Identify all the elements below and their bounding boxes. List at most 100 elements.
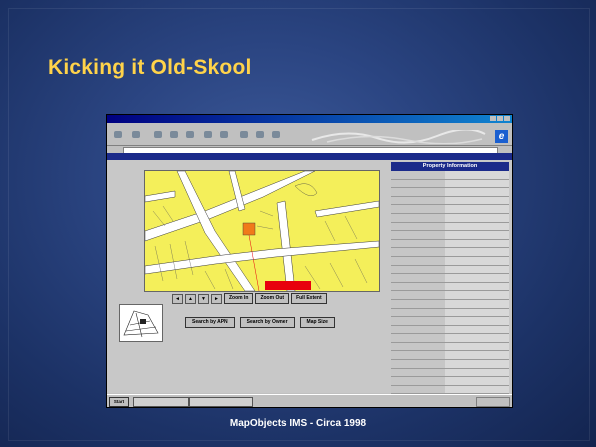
overview-map[interactable]	[119, 304, 163, 342]
property-row	[391, 188, 509, 197]
property-row	[391, 196, 509, 206]
taskbar-item[interactable]	[189, 397, 253, 407]
property-row	[391, 317, 509, 326]
search-by-apn-button[interactable]: Search by APN	[185, 317, 235, 328]
window-controls	[490, 116, 510, 121]
pan-right-button[interactable]: ►	[211, 293, 222, 304]
map-size-button[interactable]: Map Size	[299, 317, 335, 328]
property-value	[445, 265, 509, 274]
property-key	[391, 360, 445, 368]
property-value	[445, 179, 509, 188]
internet-explorer-logo-icon: e	[495, 130, 508, 143]
property-key	[391, 222, 445, 231]
property-value	[445, 248, 509, 256]
embedded-screenshot: e ◄ ▲ ▼ ► Zoom In Zoom Out Full Extent S…	[107, 115, 512, 407]
property-key	[391, 317, 445, 325]
property-key	[391, 274, 445, 282]
maximize-button[interactable]	[497, 116, 503, 121]
property-value	[445, 256, 509, 265]
home-button[interactable]	[183, 131, 197, 143]
property-value	[445, 282, 509, 291]
font-button[interactable]	[253, 131, 267, 143]
property-key	[391, 196, 445, 205]
pan-left-button[interactable]: ◄	[172, 293, 183, 304]
parcel-map[interactable]	[144, 170, 380, 292]
property-value	[445, 205, 509, 213]
address-bar	[107, 146, 512, 154]
toolbar-swoosh-decoration	[311, 130, 486, 144]
property-row	[391, 213, 509, 223]
street-map-graphic	[145, 171, 379, 291]
property-row	[391, 205, 509, 214]
back-button[interactable]	[111, 131, 125, 143]
property-value	[445, 385, 509, 394]
stop-button[interactable]	[151, 131, 165, 143]
property-row	[391, 377, 509, 386]
property-value	[445, 291, 509, 299]
property-key	[391, 248, 445, 256]
property-key	[391, 299, 445, 308]
minimize-button[interactable]	[490, 116, 496, 121]
slide-title: Kicking it Old-Skool	[48, 56, 252, 79]
refresh-button[interactable]	[167, 131, 181, 143]
property-key	[391, 231, 445, 239]
property-info-panel: Property Information	[391, 162, 509, 404]
mail-button[interactable]	[269, 131, 283, 143]
property-row	[391, 325, 509, 335]
print-button[interactable]	[237, 131, 251, 143]
property-row	[391, 179, 509, 189]
favorites-button[interactable]	[217, 131, 231, 143]
selected-parcel[interactable]	[242, 222, 256, 236]
property-row	[391, 222, 509, 232]
property-key	[391, 377, 445, 385]
property-value	[445, 213, 509, 222]
search-by-owner-button[interactable]: Search by Owner	[239, 317, 295, 328]
pan-down-button[interactable]: ▼	[198, 293, 209, 304]
property-value	[445, 334, 509, 342]
close-button[interactable]	[504, 116, 510, 121]
forward-button[interactable]	[129, 131, 143, 143]
property-key	[391, 239, 445, 248]
search-button[interactable]	[201, 131, 215, 143]
pan-up-button[interactable]: ▲	[185, 293, 196, 304]
property-value	[445, 377, 509, 385]
property-key	[391, 342, 445, 351]
property-row	[391, 231, 509, 240]
property-value	[445, 317, 509, 325]
property-key	[391, 205, 445, 213]
property-key	[391, 256, 445, 265]
mail-icon	[272, 131, 280, 138]
zoom-in-button[interactable]: Zoom In	[224, 293, 254, 304]
start-button[interactable]: Start	[109, 397, 129, 407]
property-row	[391, 291, 509, 300]
map-controls: ◄ ▲ ▼ ► Zoom In Zoom Out Full Extent	[172, 293, 327, 304]
property-value	[445, 196, 509, 205]
property-value	[445, 171, 509, 179]
property-key	[391, 179, 445, 188]
property-value	[445, 351, 509, 360]
property-key	[391, 351, 445, 360]
property-row	[391, 351, 509, 361]
property-value	[445, 342, 509, 351]
property-row	[391, 334, 509, 343]
property-value	[445, 222, 509, 231]
property-value	[445, 325, 509, 334]
zoom-out-button[interactable]: Zoom Out	[255, 293, 290, 304]
property-value	[445, 368, 509, 377]
property-value	[445, 231, 509, 239]
property-row	[391, 308, 509, 318]
property-row	[391, 342, 509, 352]
full-extent-button[interactable]: Full Extent	[291, 293, 327, 304]
page-content: ◄ ▲ ▼ ► Zoom In Zoom Out Full Extent Sea…	[107, 153, 512, 404]
property-key	[391, 385, 445, 394]
property-row	[391, 360, 509, 369]
overview-map-graphic	[123, 310, 159, 338]
property-row	[391, 299, 509, 309]
home-icon	[186, 131, 194, 138]
property-row	[391, 256, 509, 266]
property-info-title: Property Information	[391, 162, 509, 171]
font-icon	[256, 131, 264, 138]
taskbar-item[interactable]	[133, 397, 189, 407]
search-icon	[204, 131, 212, 138]
browser-toolbar: e	[107, 129, 512, 146]
